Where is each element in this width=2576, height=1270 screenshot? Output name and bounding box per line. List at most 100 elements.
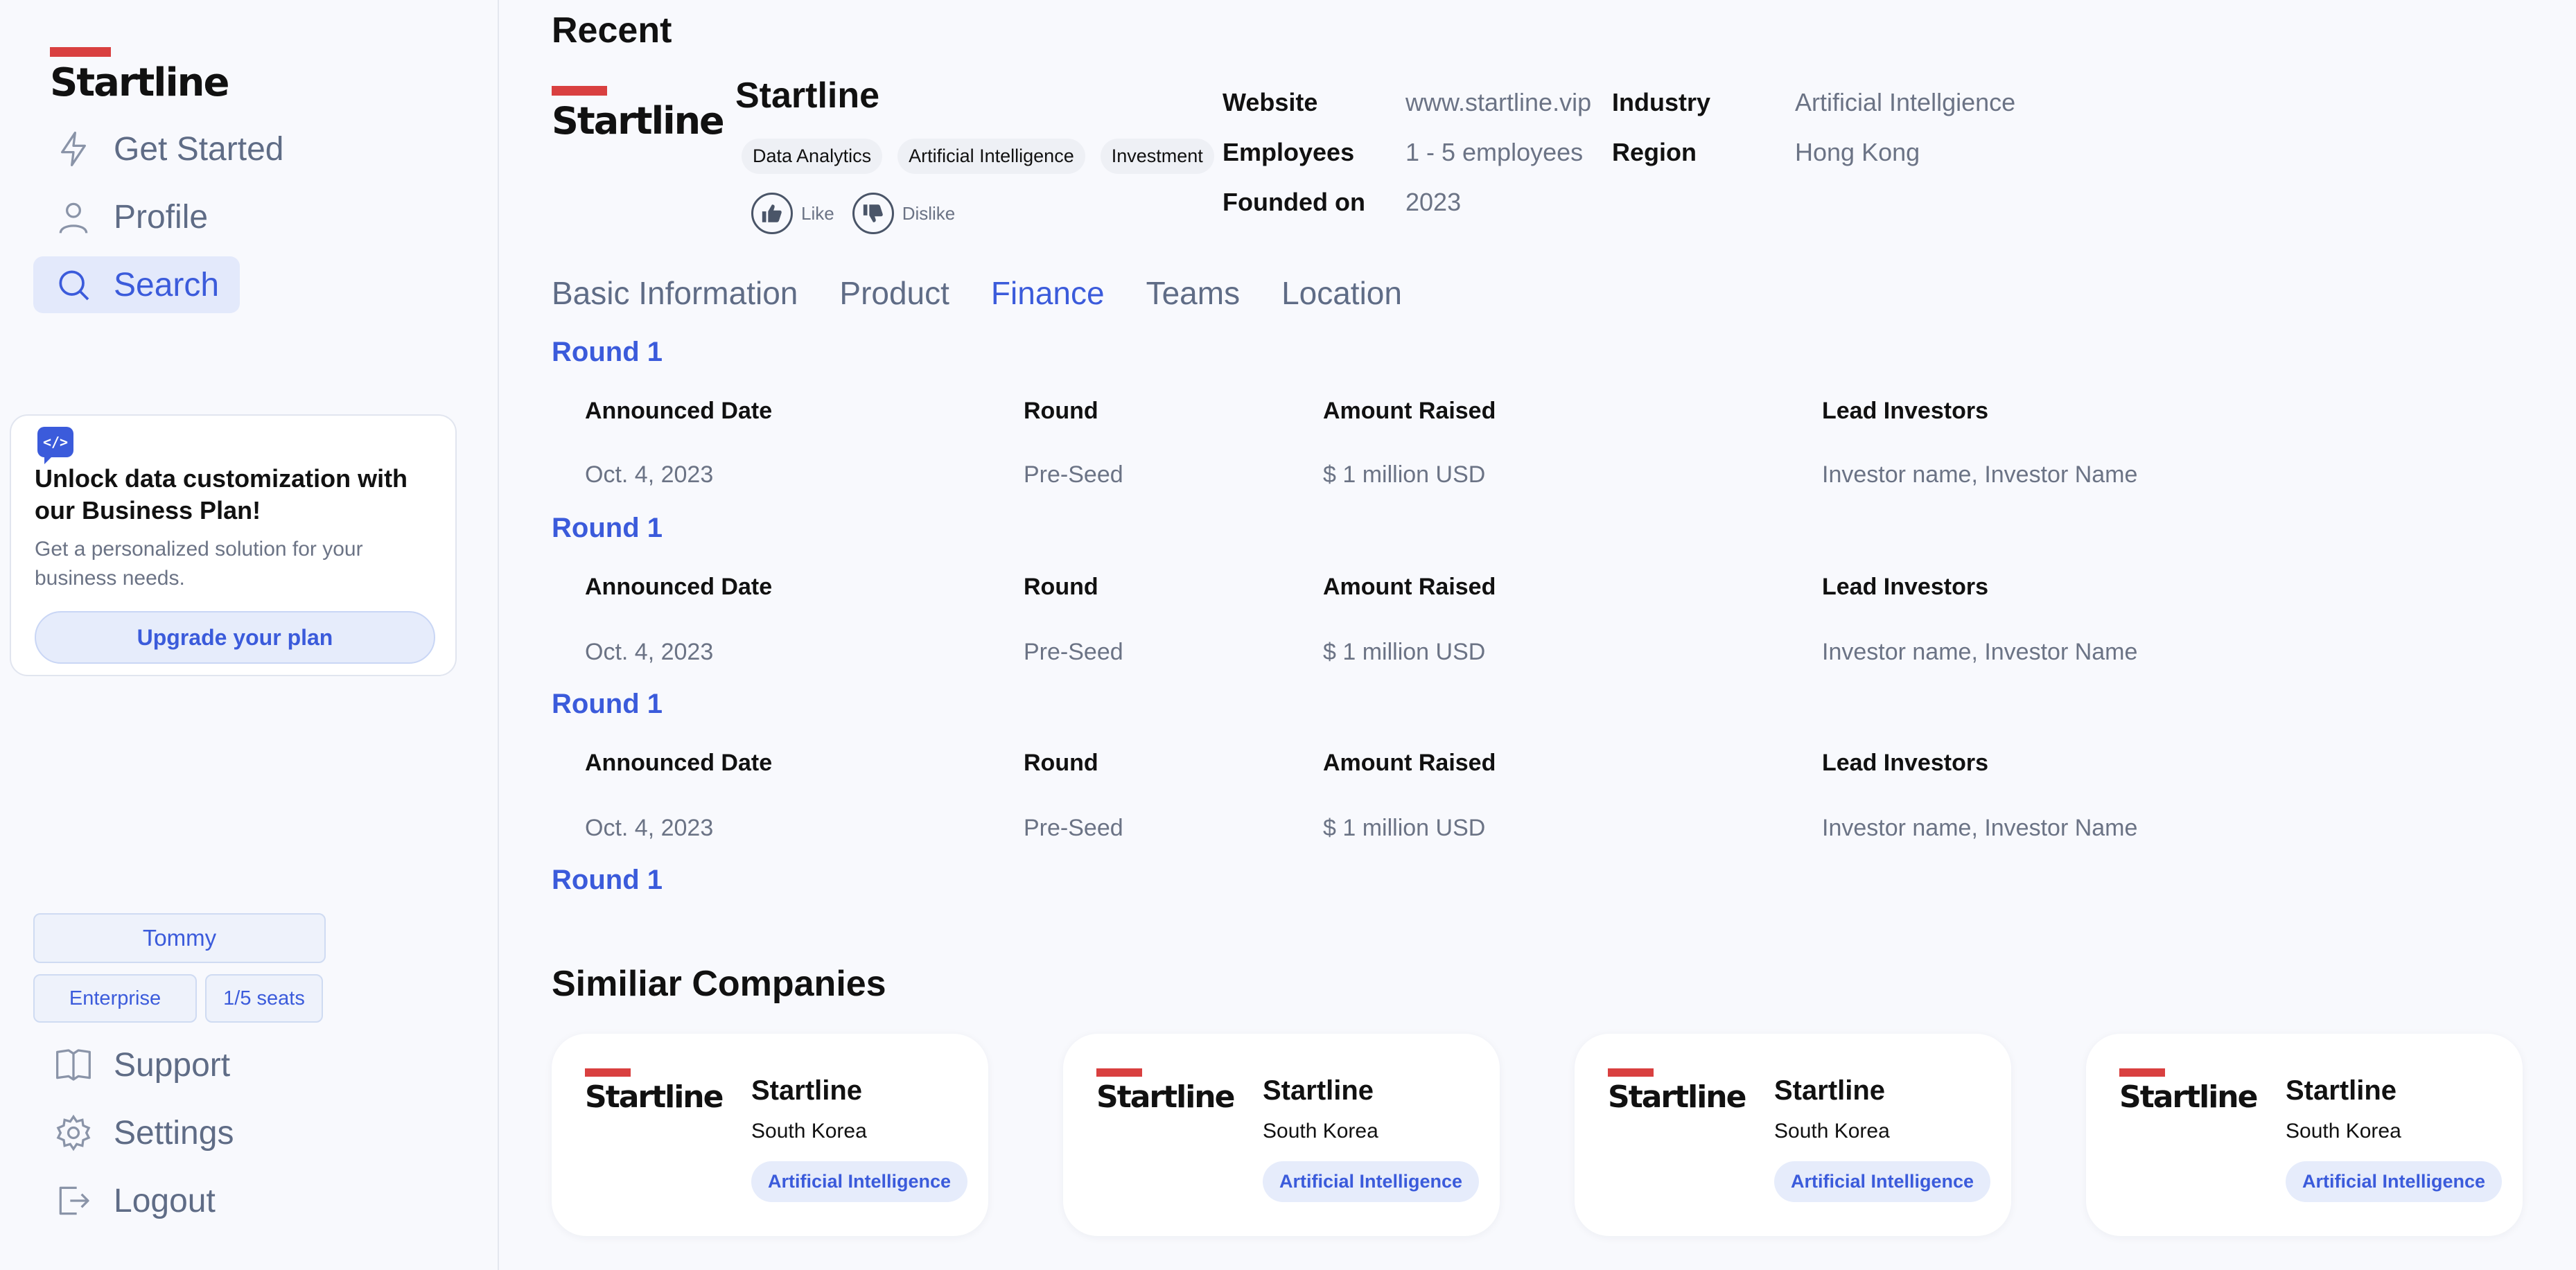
nav-logout[interactable]: Logout — [33, 1172, 236, 1229]
company-logo-text: Startline — [2119, 1079, 2258, 1115]
company-name: Startline — [1774, 1075, 1886, 1106]
nav-settings-label: Settings — [114, 1114, 234, 1152]
company-name: Startline — [2286, 1075, 2397, 1106]
nav-support[interactable]: Support — [33, 1037, 251, 1093]
like-button[interactable]: Like — [751, 193, 834, 234]
cell-investors: Investor name, Investor Name — [1822, 815, 2138, 841]
similar-company-card[interactable]: Startline Startline South Korea Artifici… — [1063, 1034, 1500, 1236]
meta-key: Website — [1223, 88, 1318, 116]
company-logo-text: Startline — [1096, 1079, 1235, 1115]
tab-basic-information[interactable]: Basic Information — [552, 274, 798, 312]
lightning-icon — [61, 132, 86, 166]
col-amount-raised: Amount Raised — [1323, 574, 1496, 600]
user-icon — [59, 202, 88, 233]
cell-amount: $ 1 million USD — [1323, 461, 1486, 488]
company-tags: Data Analytics Artificial Intelligence I… — [742, 139, 1214, 174]
book-icon — [56, 1049, 91, 1081]
company-logo: Startline — [585, 1068, 724, 1115]
seats-badge[interactable]: 1/5 seats — [205, 974, 323, 1023]
user-name-button[interactable]: Tommy — [33, 913, 326, 963]
tab-finance[interactable]: Finance — [991, 274, 1105, 312]
round-table: Announced Date Round Amount Raised Lead … — [585, 574, 2317, 712]
dislike-button[interactable]: Dislike — [852, 193, 956, 234]
round-title[interactable]: Round 1 — [552, 513, 663, 544]
similar-company-card[interactable]: Startline Startline South Korea Artifici… — [2086, 1034, 2523, 1236]
cell-amount: $ 1 million USD — [1323, 639, 1486, 665]
nav-search[interactable]: Search — [33, 256, 240, 313]
tab-location[interactable]: Location — [1281, 274, 1402, 312]
industry-chip[interactable]: Artificial Intelligence — [2286, 1161, 2503, 1202]
reactions: Like Dislike — [751, 193, 973, 234]
tab-product[interactable]: Product — [839, 274, 949, 312]
company-country: South Korea — [2286, 1120, 2401, 1143]
meta-key: Employees — [1223, 138, 1355, 166]
brand-logo[interactable]: Startline — [50, 47, 230, 105]
brand-logo-text: Startline — [50, 60, 230, 105]
plan-badge[interactable]: Enterprise — [33, 974, 197, 1023]
upgrade-promo-card: </> Unlock data customization with our B… — [10, 414, 457, 676]
round-title[interactable]: Round 1 — [552, 337, 663, 368]
company-country: South Korea — [1774, 1120, 1890, 1143]
tag-chip[interactable]: Artificial Intelligence — [897, 139, 1085, 174]
similar-company-card[interactable]: Startline Startline South Korea Artifici… — [1575, 1034, 2011, 1236]
cell-date: Oct. 4, 2023 — [585, 639, 714, 665]
meta-employees: Employees 1 - 5 employees — [1223, 127, 1591, 177]
industry-chip[interactable]: Artificial Intelligence — [751, 1161, 968, 1202]
cell-amount: $ 1 million USD — [1323, 815, 1486, 841]
meta-value: 2023 — [1405, 188, 1462, 216]
thumbs-up-icon — [762, 204, 782, 222]
tag-chip[interactable]: Data Analytics — [742, 139, 883, 174]
logout-icon — [59, 1186, 89, 1215]
meta-value: Hong Kong — [1795, 138, 1920, 166]
company-meta-right: Industry Artificial Intellgience Region Ho… — [1612, 78, 2015, 177]
website-link[interactable]: www.startline.vip — [1405, 88, 1591, 116]
nav-get-started[interactable]: Get Started — [33, 121, 304, 177]
col-lead-investors: Lead Investors — [1822, 750, 1988, 776]
dislike-label: Dislike — [902, 202, 956, 224]
round-title[interactable]: Round 1 — [552, 689, 663, 720]
company-logo-text: Startline — [1608, 1079, 1746, 1115]
industry-chip[interactable]: Artificial Intelligence — [1774, 1161, 1991, 1202]
company-logo-text: Startline — [585, 1079, 724, 1115]
col-round: Round — [1024, 574, 1098, 600]
company-name: Startline — [1263, 1075, 1374, 1106]
like-label: Like — [801, 202, 834, 224]
meta-key: Region — [1612, 138, 1697, 166]
thumbs-down-icon — [863, 204, 883, 222]
col-announced-date: Announced Date — [585, 750, 773, 776]
company-logo[interactable]: Startline — [552, 86, 725, 143]
main-content: Recent Startline Startline Data Analytic… — [500, 0, 2576, 1270]
industry-chip[interactable]: Artificial Intelligence — [1263, 1161, 1480, 1202]
tab-teams[interactable]: Teams — [1146, 274, 1240, 312]
cell-round: Pre-Seed — [1024, 815, 1123, 841]
similar-heading: Similiar Companies — [552, 964, 886, 1004]
upgrade-plan-button[interactable]: Upgrade your plan — [35, 611, 435, 664]
round-title[interactable]: Round 1 — [552, 865, 663, 896]
similar-company-card[interactable]: Startline Startline South Korea Artifici… — [552, 1034, 988, 1236]
promo-title: Unlock data customization with our Busin… — [35, 464, 408, 524]
col-round: Round — [1024, 398, 1098, 424]
cell-date: Oct. 4, 2023 — [585, 461, 714, 488]
col-lead-investors: Lead Investors — [1822, 398, 1988, 424]
nav-get-started-label: Get Started — [114, 130, 284, 168]
meta-website: Website www.startline.vip — [1223, 78, 1591, 127]
nav-settings[interactable]: Settings — [33, 1104, 254, 1161]
nav-profile[interactable]: Profile — [33, 188, 229, 245]
cell-investors: Investor name, Investor Name — [1822, 461, 2138, 488]
nav-profile-label: Profile — [114, 198, 209, 236]
nav-support-label: Support — [114, 1046, 231, 1084]
company-logo-text: Startline — [552, 99, 725, 143]
company-country: South Korea — [1263, 1120, 1378, 1143]
company-name[interactable]: Startline — [735, 75, 879, 116]
nav-logout-label: Logout — [114, 1182, 216, 1219]
company-logo: Startline — [2119, 1068, 2258, 1115]
nav-search-label: Search — [114, 266, 220, 303]
company-logo: Startline — [1096, 1068, 1235, 1115]
col-announced-date: Announced Date — [585, 398, 773, 424]
col-announced-date: Announced Date — [585, 574, 773, 600]
col-amount-raised: Amount Raised — [1323, 398, 1496, 424]
meta-value: Artificial Intellgience — [1795, 88, 2016, 116]
tag-chip[interactable]: Investment — [1100, 139, 1214, 174]
cell-round: Pre-Seed — [1024, 639, 1123, 665]
company-meta-left: Website www.startline.vip Employees 1 - 5 … — [1223, 78, 1591, 227]
